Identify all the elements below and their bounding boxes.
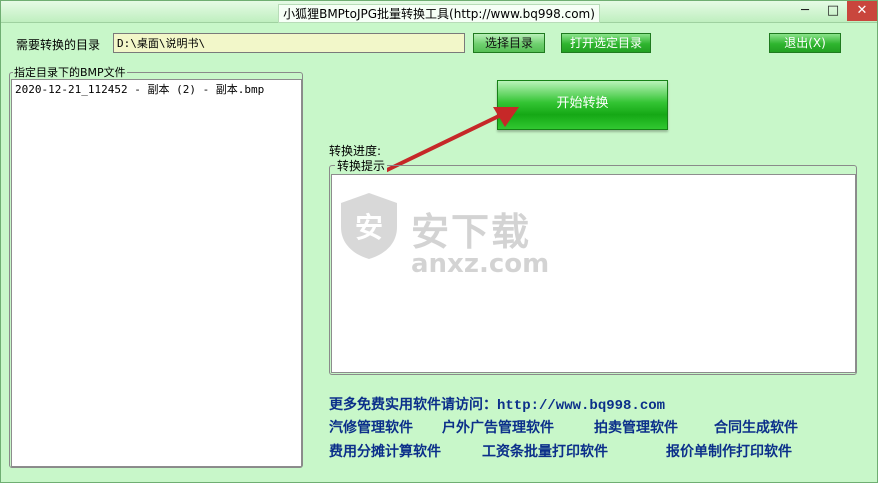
watermark-badge: 安 <box>355 211 383 244</box>
list-item[interactable]: 2020-12-21_112452 - 副本 (2) - 副本.bmp <box>12 80 301 98</box>
watermark-text: 安下载 <box>411 210 532 254</box>
directory-label: 需要转换的目录 <box>16 38 101 52</box>
file-list[interactable]: 2020-12-21_112452 - 副本 (2) - 副本.bmp <box>11 79 302 467</box>
shield-icon: 安 <box>341 193 397 259</box>
promo-link-quotation[interactable]: 报价单制作打印软件 <box>666 441 792 461</box>
open-directory-button[interactable]: 打开选定目录 <box>561 33 651 53</box>
select-directory-button[interactable]: 选择目录 <box>473 33 545 53</box>
tips-group-legend: 转换提示 <box>335 157 388 174</box>
window-title: 小狐狸BMPtoJPG批量转换工具(http://www.bq998.com) <box>1 4 877 23</box>
watermark-subtext: anxz.com <box>411 249 550 279</box>
promo-link-auction[interactable]: 拍卖管理软件 <box>594 417 678 437</box>
title-bar: 小狐狸BMPtoJPG批量转换工具(http://www.bq998.com) … <box>1 1 877 23</box>
promo-link-outdoor-ads[interactable]: 户外广告管理软件 <box>442 417 554 437</box>
main-window: 小狐狸BMPtoJPG批量转换工具(http://www.bq998.com) … <box>0 0 878 483</box>
close-button[interactable]: ✕ <box>847 1 877 21</box>
maximize-button[interactable]: □ <box>819 1 847 21</box>
file-group-legend: 指定目录下的BMP文件 <box>13 64 127 80</box>
directory-input[interactable] <box>113 33 465 53</box>
tips-textarea[interactable] <box>331 174 856 373</box>
promo-visit-line: 更多免费实用软件请访问：http://www.bq998.com <box>329 398 666 414</box>
promo-link-payslip[interactable]: 工资条批量打印软件 <box>482 441 608 461</box>
exit-button[interactable]: 退出(X) <box>769 33 841 53</box>
promo-link-cost-split[interactable]: 费用分摊计算软件 <box>329 441 441 461</box>
minimize-button[interactable]: ─ <box>791 1 819 21</box>
watermark: 安 安下载 anxz.com <box>337 191 549 279</box>
start-convert-button[interactable]: 开始转换 <box>497 80 668 130</box>
window-title-text: 小狐狸BMPtoJPG批量转换工具(http://www.bq998.com) <box>278 4 600 23</box>
promo-link-contract[interactable]: 合同生成软件 <box>714 417 798 437</box>
promo-link-auto-repair[interactable]: 汽修管理软件 <box>329 417 413 437</box>
